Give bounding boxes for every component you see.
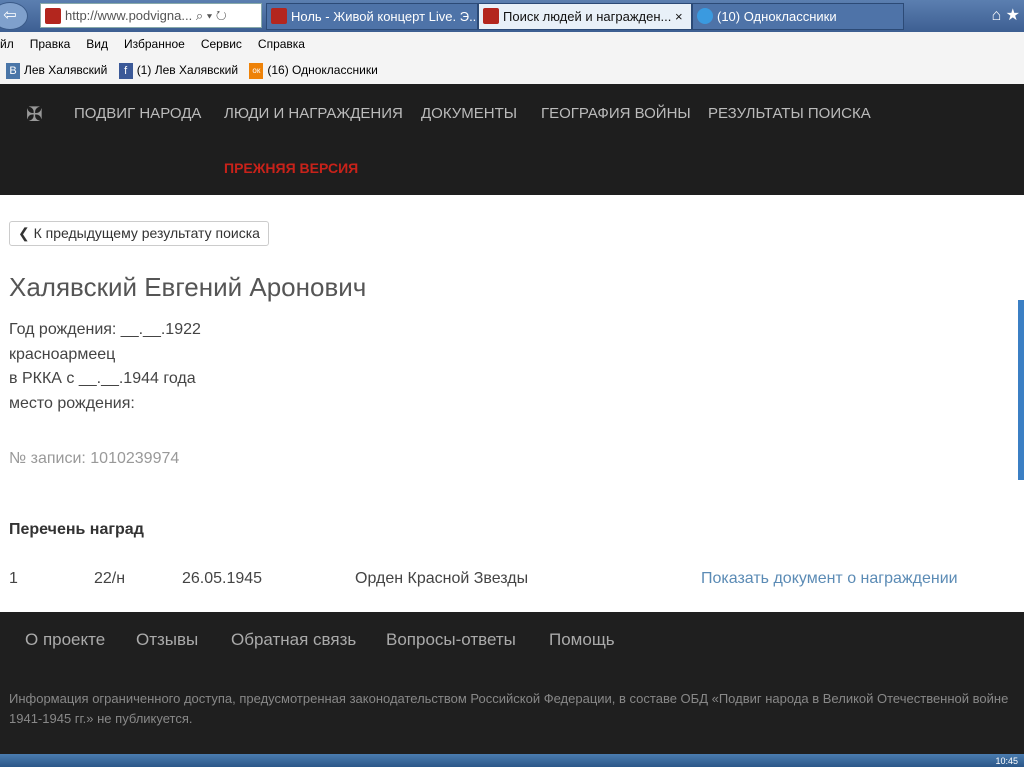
menu-help[interactable]: Справка: [258, 37, 305, 51]
menu-tools[interactable]: Сервис: [201, 37, 242, 51]
eagle-emblem-icon[interactable]: ✠: [26, 102, 43, 127]
show-award-document-link[interactable]: Показать документ о награждении: [701, 570, 958, 588]
favorites-bar: В Лев Халявский f (1) Лев Халявский ок (16)…: [0, 56, 1024, 84]
site-favicon-icon: [483, 8, 499, 24]
tab-label: Ноль - Живой концерт Live. Э...: [291, 9, 478, 24]
menu-favorites[interactable]: Избранное: [124, 37, 185, 51]
person-name: Халявский Евгений Аронович: [9, 272, 367, 302]
site-header: [0, 84, 1024, 195]
taskbar-clock: 10:45: [995, 756, 1018, 766]
back-label: К предыдущему результату поиска: [33, 225, 260, 241]
tab-odnoklassniki[interactable]: (10) Одноклассники: [692, 3, 904, 30]
birthplace: место рождения:: [9, 394, 135, 412]
ie-icon: [697, 8, 713, 24]
birth-year: Год рождения: __.__.1922: [9, 321, 201, 338]
menu-bar: йл Правка Вид Избранное Сервис Справка: [0, 32, 1024, 56]
menu-view[interactable]: Вид: [86, 37, 108, 51]
favorite-odnoklassniki[interactable]: ок (16) Одноклассники: [249, 62, 378, 79]
tab-label: Поиск людей и награжден...: [503, 9, 672, 24]
youtube-icon: [271, 8, 287, 24]
record-number: № записи: 1010239974: [9, 450, 180, 467]
footer-reviews[interactable]: Отзывы: [136, 630, 198, 650]
close-icon[interactable]: ×: [675, 9, 683, 24]
award-num: 1: [9, 570, 18, 587]
nav-documents[interactable]: ДОКУМЕНТЫ: [421, 105, 517, 122]
back-to-results-button[interactable]: ❮ К предыдущему результату поиска: [9, 221, 269, 246]
favorite-vk[interactable]: В Лев Халявский: [6, 62, 108, 79]
menu-edit[interactable]: Правка: [30, 37, 71, 51]
menu-file[interactable]: йл: [0, 37, 14, 51]
award-name: Орден Красной Звезды: [355, 570, 529, 587]
nav-results[interactable]: РЕЗУЛЬТАТЫ ПОИСКА: [708, 105, 871, 122]
nav-podvig[interactable]: ПОДВИГ НАРОДА: [74, 105, 201, 122]
footer-feedback[interactable]: Обратная связь: [231, 630, 356, 650]
award-date: 26.05.1945: [182, 570, 263, 587]
footer-note: Информация ограниченного доступа, предус…: [9, 691, 1009, 726]
person-info: Год рождения: __.__.1922 красноармеец в …: [9, 318, 201, 416]
address-bar[interactable]: http://www.podvigna... ⌕ ▾ ↻: [40, 3, 262, 28]
home-icon[interactable]: ⌂ ★: [992, 5, 1020, 25]
tab-youtube[interactable]: Ноль - Живой концерт Live. Э...: [266, 3, 478, 30]
footer-about[interactable]: О проекте: [25, 630, 105, 650]
vk-icon: В: [6, 62, 20, 79]
chevron-left-icon: ❮: [18, 225, 30, 241]
browser-tab-bar: ⇦ http://www.podvigna... ⌕ ▾ ↻ Ноль - Жи…: [0, 0, 1024, 32]
favorite-label: Лев Халявский: [24, 63, 108, 77]
nav-geography[interactable]: ГЕОГРАФИЯ ВОЙНЫ: [541, 105, 691, 122]
award-doc: 22/н: [94, 570, 126, 587]
facebook-icon: f: [118, 62, 133, 79]
awards-heading: Перечень наград: [9, 521, 144, 538]
odnoklassniki-icon: ок: [249, 62, 264, 79]
nav-people[interactable]: ЛЮДИ И НАГРАЖДЕНИЯ: [224, 105, 403, 122]
rank: красноармеец: [9, 345, 116, 363]
site-favicon-icon: [45, 8, 61, 24]
search-icon[interactable]: ⌕ ▾ ↻: [196, 8, 227, 23]
favorite-label: (16) Одноклассники: [267, 63, 378, 77]
tab-podvig[interactable]: Поиск людей и награжден... ×: [478, 3, 692, 30]
old-version-link[interactable]: ПРЕЖНЯЯ ВЕРСИЯ: [224, 160, 358, 176]
footer-help[interactable]: Помощь: [549, 630, 615, 650]
favorite-facebook[interactable]: f (1) Лев Халявский: [118, 62, 239, 79]
favorite-label: (1) Лев Халявский: [136, 63, 239, 77]
footer-faq[interactable]: Вопросы-ответы: [386, 630, 516, 650]
url-text: http://www.podvigna...: [65, 8, 193, 23]
windows-taskbar: [0, 754, 1024, 767]
service-start: в РККА с __.__.1944 года: [9, 370, 196, 387]
tab-label: (10) Одноклассники: [717, 9, 837, 24]
scrollbar[interactable]: [1018, 300, 1024, 480]
back-arrow-icon[interactable]: ⇦: [0, 2, 28, 30]
